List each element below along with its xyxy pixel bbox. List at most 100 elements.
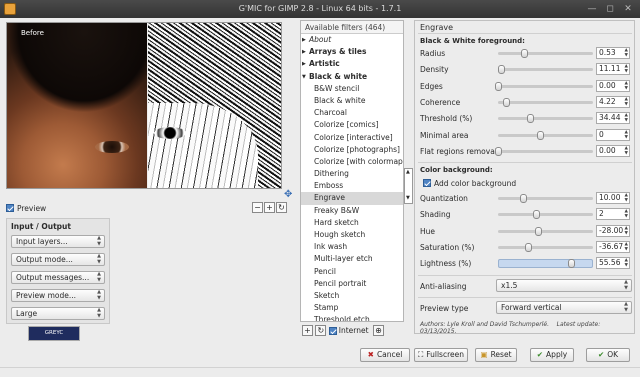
- filter-item[interactable]: Colorize [photographs]: [301, 144, 403, 156]
- filter-folder[interactable]: ▶ Artistic: [301, 58, 403, 70]
- spin-arrows-icon[interactable]: ▲ ▼: [625, 146, 628, 156]
- param-slider[interactable]: [495, 81, 593, 91]
- collapsed-arrow-icon[interactable]: ▶: [302, 34, 306, 46]
- spin-arrows-icon[interactable]: ▲ ▼: [625, 113, 628, 123]
- reset-button[interactable]: ▣ Reset: [475, 348, 517, 362]
- param-value-spinbox[interactable]: -36.67 ▲ ▼: [596, 240, 630, 253]
- spin-arrows-icon[interactable]: ▲ ▼: [625, 226, 628, 236]
- param-value-spinbox[interactable]: 34.44 ▲ ▼: [596, 112, 630, 125]
- scroll-up-icon[interactable]: ▲: [406, 170, 410, 175]
- slider-handle[interactable]: [520, 49, 528, 58]
- filter-folder[interactable]: ▶ About: [301, 34, 403, 46]
- filter-item[interactable]: Black & white: [301, 95, 403, 107]
- param-value-spinbox[interactable]: 2 ▲ ▼: [596, 208, 630, 221]
- filter-item[interactable]: Pencil portrait: [301, 278, 403, 290]
- param-slider[interactable]: [498, 210, 593, 220]
- filter-item[interactable]: Pencil: [301, 266, 403, 278]
- slider-handle[interactable]: [495, 146, 502, 156]
- apply-button[interactable]: ✔ Apply: [530, 348, 574, 362]
- param-slider[interactable]: [495, 146, 593, 156]
- slider-handle[interactable]: [534, 226, 542, 236]
- filter-scrollbar[interactable]: ▲ ▼: [404, 168, 413, 204]
- input-layers-combo[interactable]: Input layers... ▲ ▼: [11, 235, 105, 248]
- add-color-toggle[interactable]: Add color background: [423, 178, 516, 188]
- slider-handle[interactable]: [525, 242, 533, 252]
- spin-arrows-icon[interactable]: ▲ ▼: [625, 242, 628, 252]
- filter-item[interactable]: Threshold etch: [301, 314, 403, 321]
- preview-type-combo[interactable]: Forward vertical ▲ ▼: [496, 301, 632, 314]
- slider-handle[interactable]: [497, 65, 505, 75]
- param-slider[interactable]: [498, 194, 593, 203]
- fullscreen-button[interactable]: ⛶ Fullscreen: [414, 348, 468, 362]
- output-messages-combo[interactable]: Output messages... ▲ ▼: [11, 271, 105, 284]
- param-slider[interactable]: [498, 114, 593, 124]
- spin-arrows-icon[interactable]: ▲ ▼: [625, 81, 628, 91]
- slider-handle[interactable]: [502, 97, 510, 107]
- collapsed-arrow-icon[interactable]: ▶: [302, 58, 306, 70]
- spin-arrows-icon[interactable]: ▲ ▼: [625, 97, 628, 107]
- filter-item[interactable]: Ink wash: [301, 241, 403, 253]
- param-slider[interactable]: [498, 226, 593, 236]
- ok-button[interactable]: ✔ OK: [586, 348, 630, 362]
- spin-arrows-icon[interactable]: ▲ ▼: [625, 193, 628, 203]
- scroll-down-icon[interactable]: ▼: [406, 196, 410, 201]
- expand-icon[interactable]: ⊕: [372, 325, 384, 336]
- param-value-spinbox[interactable]: 0.53 ▲ ▼: [596, 47, 630, 59]
- cancel-button[interactable]: ✖ Cancel: [360, 348, 410, 362]
- filter-item[interactable]: Emboss: [301, 180, 403, 192]
- move-icon[interactable]: ✥: [284, 189, 292, 200]
- spin-arrows-icon[interactable]: ▲ ▼: [625, 130, 628, 140]
- filter-item[interactable]: Dithering: [301, 168, 403, 180]
- slider-handle[interactable]: [527, 114, 535, 124]
- minimize-icon[interactable]: —: [586, 0, 598, 18]
- spin-arrows-icon[interactable]: ▲ ▼: [625, 209, 628, 219]
- param-value-spinbox[interactable]: 0.00 ▲ ▼: [596, 144, 630, 157]
- maximize-icon[interactable]: ◻: [604, 0, 616, 18]
- param-value-spinbox[interactable]: 55.56 ▲ ▼: [596, 257, 630, 270]
- filter-item[interactable]: Charcoal: [301, 107, 403, 119]
- zoom-reset-icon[interactable]: ↻: [276, 202, 287, 213]
- filter-item[interactable]: Freaky B&W: [301, 205, 403, 217]
- output-mode-combo[interactable]: Output mode... ▲ ▼: [11, 253, 105, 266]
- param-value-spinbox[interactable]: -28.00 ▲ ▼: [596, 224, 630, 237]
- spin-arrows-icon[interactable]: ▲ ▼: [625, 48, 628, 58]
- slider-handle[interactable]: [536, 130, 544, 140]
- slider-handle[interactable]: [533, 210, 540, 220]
- close-icon[interactable]: ✕: [622, 0, 634, 18]
- param-slider[interactable]: [498, 97, 593, 107]
- param-value-spinbox[interactable]: 10.00 ▲ ▼: [596, 192, 630, 204]
- param-slider[interactable]: [498, 259, 593, 269]
- preview-mode-combo[interactable]: Preview mode... ▲ ▼: [11, 289, 105, 302]
- param-value-spinbox[interactable]: 0 ▲ ▼: [596, 128, 630, 141]
- spin-arrows-icon[interactable]: ▲ ▼: [625, 64, 628, 74]
- add-color-checkbox[interactable]: [423, 179, 431, 187]
- filter-item[interactable]: Stamp: [301, 302, 403, 314]
- preview-image[interactable]: Before: [6, 22, 282, 189]
- antialiasing-combo[interactable]: x1.5 ▲ ▼: [496, 279, 632, 292]
- slider-handle[interactable]: [567, 259, 575, 269]
- filter-item[interactable]: Colorize [with colormap]: [301, 156, 403, 168]
- filter-folder[interactable]: ▶ Arrays & tiles: [301, 46, 403, 58]
- param-value-spinbox[interactable]: 4.22 ▲ ▼: [596, 95, 630, 108]
- filter-item-selected[interactable]: Engrave: [301, 192, 403, 205]
- filter-folder[interactable]: ▼ Black & white: [301, 71, 403, 83]
- spin-arrows-icon[interactable]: ▲ ▼: [625, 258, 628, 268]
- filter-item[interactable]: Colorize [comics]: [301, 119, 403, 131]
- preview-toggle[interactable]: Preview: [6, 203, 46, 213]
- internet-checkbox[interactable]: [328, 326, 337, 335]
- filter-item[interactable]: Sketch: [301, 290, 403, 302]
- preview-size-combo[interactable]: Large ▲ ▼: [11, 307, 105, 320]
- filter-tree[interactable]: Available filters (464) ▶ About ▶ Arrays & …: [300, 20, 404, 322]
- slider-handle[interactable]: [519, 194, 527, 203]
- zoom-in-icon[interactable]: +: [264, 202, 275, 213]
- param-slider[interactable]: [497, 65, 593, 75]
- param-slider[interactable]: [498, 242, 593, 252]
- filter-item[interactable]: B&W stencil: [301, 83, 403, 95]
- expanded-arrow-icon[interactable]: ▼: [302, 71, 306, 83]
- greyc-logo[interactable]: GREYC: [28, 326, 80, 341]
- refresh-filters-icon[interactable]: ↻: [315, 325, 327, 336]
- collapsed-arrow-icon[interactable]: ▶: [302, 46, 306, 58]
- param-slider[interactable]: [498, 130, 593, 140]
- add-favorite-icon[interactable]: +: [302, 325, 313, 336]
- zoom-out-icon[interactable]: −: [252, 202, 263, 213]
